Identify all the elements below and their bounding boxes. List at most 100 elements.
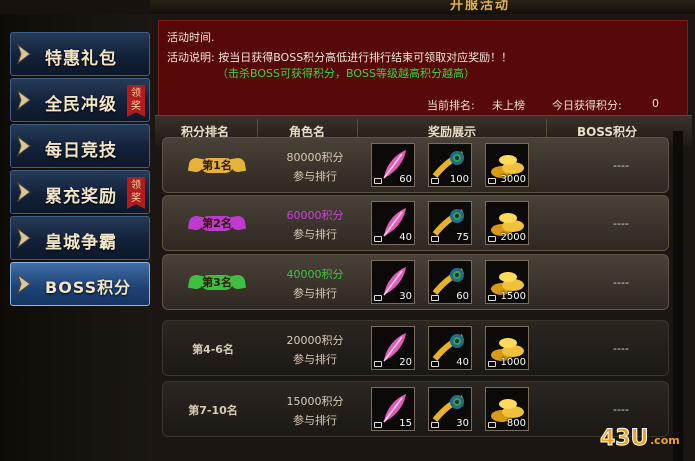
- sidebar-item-label: 每日竞技: [45, 141, 117, 161]
- bound-lock-icon: [374, 422, 382, 428]
- sidebar-item-label: 皇城争霸: [45, 233, 117, 253]
- reward-slot[interactable]: 60: [428, 260, 472, 304]
- reward-quantity: 30: [456, 418, 469, 429]
- points-requirement: 40000积分: [286, 268, 344, 281]
- arrow-icon: [17, 89, 31, 111]
- participate-label: 参与排行: [293, 228, 337, 241]
- reward-slot[interactable]: 1000: [485, 326, 529, 370]
- reward-slot[interactable]: 30: [428, 387, 472, 431]
- rank-badge: 第1名: [187, 156, 247, 176]
- game-window: 开服活动 特惠礼包 全民冲级 领奖 每日竞技 累充奖励 领奖 皇城争霸 BOSS积分 活动时间…: [0, 0, 695, 461]
- arrow-icon: [17, 181, 31, 203]
- reward-slot[interactable]: 100: [428, 143, 472, 187]
- bound-lock-icon: [431, 178, 439, 184]
- reward-slot[interactable]: 3000: [485, 143, 529, 187]
- table-row: 第1名 80000积分 参与排行 60 100 3000 ----: [162, 137, 669, 193]
- window-title: 开服活动: [450, 0, 511, 13]
- boss-points-value: ----: [613, 403, 629, 416]
- arrow-icon: [17, 43, 31, 65]
- rank-label: 第4-6名: [192, 343, 234, 356]
- table-row: 第4-6名 20000积分 参与排行 20 40 1000 ----: [162, 320, 669, 376]
- rank-badge: 第2名: [187, 214, 247, 234]
- rank-label: 第3名: [201, 275, 233, 290]
- rank-badge: 第3名: [187, 273, 247, 293]
- participate-label: 参与排行: [293, 414, 337, 427]
- reward-quantity: 20: [399, 357, 412, 368]
- sidebar-item-5[interactable]: BOSS积分: [10, 262, 150, 306]
- sidebar-item-label: BOSS积分: [45, 278, 132, 297]
- bound-lock-icon: [374, 236, 382, 242]
- boss-points-value: ----: [613, 276, 629, 289]
- points-requirement: 20000积分: [286, 334, 344, 347]
- bound-lock-icon: [431, 422, 439, 428]
- claim-reward-ribbon: 领奖: [127, 177, 145, 209]
- current-rank-label: 当前排名:: [427, 99, 475, 112]
- arrow-icon: [17, 135, 31, 157]
- bound-lock-icon: [431, 236, 439, 242]
- reward-slot[interactable]: 1500: [485, 260, 529, 304]
- points-requirement: 15000积分: [286, 395, 344, 408]
- bound-lock-icon: [488, 236, 496, 242]
- bound-lock-icon: [374, 295, 382, 301]
- bound-lock-icon: [488, 422, 496, 428]
- reward-slot[interactable]: 40: [428, 326, 472, 370]
- participate-label: 参与排行: [293, 170, 337, 183]
- sidebar-item-2[interactable]: 每日竞技: [10, 124, 150, 168]
- reward-quantity: 15: [399, 418, 412, 429]
- sidebar: 特惠礼包 全民冲级 领奖 每日竞技 累充奖励 领奖 皇城争霸 BOSS积分: [0, 14, 152, 461]
- reward-quantity: 60: [399, 174, 412, 185]
- reward-quantity: 40: [399, 232, 412, 243]
- bound-lock-icon: [488, 361, 496, 367]
- reward-quantity: 3000: [500, 174, 526, 185]
- table-row: 第7-10名 15000积分 参与排行 15 30 800 ----: [162, 381, 669, 437]
- reward-slot[interactable]: 800: [485, 387, 529, 431]
- reward-quantity: 2000: [500, 232, 526, 243]
- arrow-icon: [17, 227, 31, 249]
- reward-quantity: 1500: [500, 291, 526, 302]
- sidebar-item-3[interactable]: 累充奖励 领奖: [10, 170, 150, 214]
- reward-quantity: 800: [506, 418, 526, 429]
- sidebar-item-label: 特惠礼包: [45, 49, 117, 69]
- reward-quantity: 1000: [500, 357, 526, 368]
- main-panel: 活动时间. 活动说明: 按当日获得BOSS积分高低进行排行结束可领取对应奖励！！…: [152, 14, 695, 461]
- participate-label: 参与排行: [293, 353, 337, 366]
- sidebar-item-4[interactable]: 皇城争霸: [10, 216, 150, 260]
- reward-quantity: 75: [456, 232, 469, 243]
- reward-quantity: 100: [449, 174, 469, 185]
- reward-slot[interactable]: 30: [371, 260, 415, 304]
- claim-reward-ribbon: 领奖: [127, 85, 145, 117]
- bound-lock-icon: [374, 178, 382, 184]
- arrow-icon: [17, 273, 31, 295]
- current-rank-value: 未上榜: [492, 99, 525, 112]
- boss-points-value: ----: [613, 159, 629, 172]
- sidebar-item-label: 全民冲级: [45, 95, 117, 115]
- reward-slot[interactable]: 40: [371, 201, 415, 245]
- points-requirement: 80000积分: [286, 151, 344, 164]
- today-points-label: 今日获得积分:: [552, 99, 622, 112]
- bound-lock-icon: [488, 295, 496, 301]
- table-row: 第3名 40000积分 参与排行 30 60 1500 ----: [162, 254, 669, 310]
- reward-quantity: 40: [456, 357, 469, 368]
- svg-text:43U: 43U: [600, 426, 648, 450]
- reward-slot[interactable]: 75: [428, 201, 472, 245]
- reward-slot[interactable]: 15: [371, 387, 415, 431]
- bound-lock-icon: [431, 295, 439, 301]
- boss-points-value: ----: [613, 217, 629, 230]
- rank-label: 第1名: [201, 158, 233, 173]
- reward-slot[interactable]: 2000: [485, 201, 529, 245]
- rank-label: 第7-10名: [188, 404, 238, 417]
- scrollbar[interactable]: [673, 131, 683, 461]
- points-requirement: 60000积分: [286, 209, 344, 222]
- sidebar-item-label: 累充奖励: [45, 187, 117, 207]
- reward-slot[interactable]: 20: [371, 326, 415, 370]
- bound-lock-icon: [431, 361, 439, 367]
- sidebar-item-0[interactable]: 特惠礼包: [10, 32, 150, 76]
- reward-quantity: 60: [456, 291, 469, 302]
- sidebar-item-1[interactable]: 全民冲级 领奖: [10, 78, 150, 122]
- activity-time: 活动时间.: [167, 31, 215, 44]
- activity-hint: （击杀BOSS可获得积分，BOSS等级越高积分越高）: [217, 67, 475, 80]
- reward-slot[interactable]: 60: [371, 143, 415, 187]
- reward-quantity: 30: [399, 291, 412, 302]
- bound-lock-icon: [374, 361, 382, 367]
- participate-label: 参与排行: [293, 287, 337, 300]
